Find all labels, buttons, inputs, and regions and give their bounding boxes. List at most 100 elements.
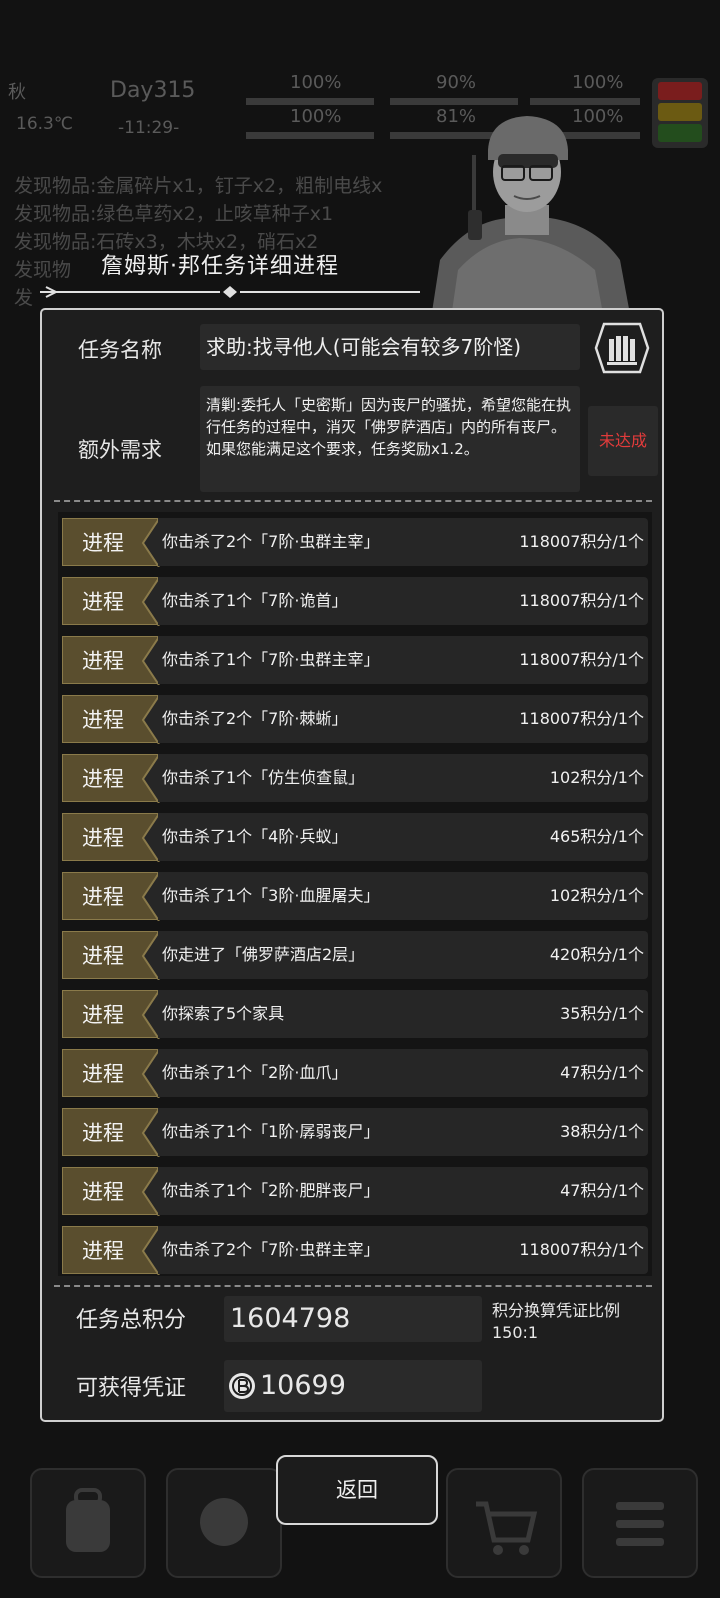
progress-tag: 进程 — [62, 577, 160, 626]
divider — [54, 1285, 652, 1287]
total-score-label: 任务总积分 — [76, 1308, 187, 1333]
backpack-icon — [66, 1488, 110, 1552]
ratio-label: 积分换算凭证比例 — [492, 1301, 621, 1320]
ratio-value: 150:1 — [492, 1323, 539, 1342]
progress-description: 你击杀了1个「1阶·孱弱丧尸」 — [162, 1122, 380, 1141]
backpack-button[interactable] — [30, 1468, 146, 1578]
progress-row: 进程 你击杀了1个「7阶·虫群主宰」 118007积分/1个 — [62, 636, 648, 685]
progress-tag: 进程 — [62, 931, 160, 980]
task-detail-panel: 任务名称 求助:找寻他人(可能会有较多7阶怪) 额外需求 清剿:委托人「史密斯」… — [40, 308, 664, 1422]
clock-label: -11:29- — [118, 118, 180, 138]
progress-row-body: 你击杀了1个「4阶·兵蚁」 465积分/1个 — [158, 813, 648, 861]
progress-row: 进程 你击杀了2个「7阶·虫群主宰」 118007积分/1个 — [62, 518, 648, 567]
progress-score: 118007积分/1个 — [519, 532, 644, 551]
progress-tag-label: 进程 — [82, 1239, 124, 1263]
cart-icon — [476, 1501, 538, 1555]
progress-tag-label: 进程 — [82, 590, 124, 614]
progress-description: 你走进了「佛罗萨酒店2层」 — [162, 945, 365, 964]
progress-row: 进程 你击杀了1个「4阶·兵蚁」 465积分/1个 — [62, 813, 648, 862]
progress-description: 你探索了5个家具 — [162, 1004, 285, 1023]
requirement-status-badge: 未达成 — [588, 406, 658, 476]
progress-tag-label: 进程 — [82, 531, 124, 555]
progress-tag-label: 进程 — [82, 1180, 124, 1204]
dialog-title: 詹姆斯·邦任务详细进程 — [101, 254, 339, 279]
divider — [54, 500, 652, 502]
progress-tag: 进程 — [62, 1226, 160, 1275]
progress-row-body: 你击杀了2个「7阶·棘蜥」 118007积分/1个 — [158, 695, 648, 743]
progress-description: 你击杀了1个「2阶·肥胖丧尸」 — [162, 1181, 380, 1200]
progress-score: 118007积分/1个 — [519, 1240, 644, 1259]
progress-description: 你击杀了2个「7阶·棘蜥」 — [162, 709, 348, 728]
progress-tag-label: 进程 — [82, 708, 124, 732]
progress-row-body: 你击杀了2个「7阶·虫群主宰」 118007积分/1个 — [158, 518, 648, 566]
npc-portrait — [430, 116, 632, 325]
hunger-bar — [390, 98, 518, 105]
task-name-label: 任务名称 — [78, 338, 162, 362]
progress-tag-label: 进程 — [82, 826, 124, 850]
progress-list[interactable]: 进程 你击杀了2个「7阶·虫群主宰」 118007积分/1个 进程 你击杀了1个「7阶·… — [58, 512, 652, 1276]
progress-tag: 进程 — [62, 636, 160, 685]
medicine-bar — [530, 98, 640, 105]
progress-score: 420积分/1个 — [549, 945, 644, 964]
progress-score: 47积分/1个 — [560, 1063, 644, 1082]
progress-tag-label: 进程 — [82, 1062, 124, 1086]
voucher-label: 可获得凭证 — [76, 1376, 187, 1401]
progress-row-body: 你击杀了1个「仿生侦查鼠」 102积分/1个 — [158, 754, 648, 802]
progress-description: 你击杀了1个「7阶·诡首」 — [162, 591, 348, 610]
log-line: 发现物品:金属碎片x1，钉子x2，粗制电线x — [14, 175, 383, 197]
extra-requirement-label: 额外需求 — [78, 438, 162, 462]
progress-score: 118007积分/1个 — [519, 591, 644, 610]
signal-lights — [652, 78, 708, 148]
brain-icon — [200, 1498, 248, 1546]
progress-score: 38积分/1个 — [560, 1122, 644, 1141]
progress-description: 你击杀了1个「7阶·虫群主宰」 — [162, 650, 380, 669]
progress-description: 你击杀了1个「4阶·兵蚁」 — [162, 827, 348, 846]
progress-row-body: 你击杀了1个「3阶·血腥屠夫」 102积分/1个 — [158, 872, 648, 920]
day-counter: Day315 — [110, 78, 196, 103]
sanity-bar — [246, 132, 374, 139]
progress-score: 465积分/1个 — [549, 827, 644, 846]
progress-row: 进程 你击杀了2个「7阶·虫群主宰」 118007积分/1个 — [62, 1226, 648, 1275]
progress-row-body: 你击杀了1个「7阶·虫群主宰」 118007积分/1个 — [158, 636, 648, 684]
progress-score: 118007积分/1个 — [519, 709, 644, 728]
progress-row: 进程 你击杀了1个「3阶·血腥屠夫」 102积分/1个 — [62, 872, 648, 921]
progress-row-body: 你击杀了1个「2阶·肥胖丧尸」 47积分/1个 — [158, 1167, 648, 1215]
health-stat: 100% — [290, 72, 342, 93]
extra-requirement-text: 清剿:委托人「史密斯」因为丧尸的骚扰，希望您能在执行任务的过程中，消灭「佛罗萨酒… — [200, 386, 580, 492]
coin-icon — [229, 1373, 255, 1399]
menu-icon — [616, 1502, 664, 1546]
progress-tag: 进程 — [62, 695, 160, 744]
skills-button[interactable] — [166, 1468, 282, 1578]
back-button[interactable]: 返回 — [276, 1455, 438, 1525]
progress-tag-label: 进程 — [82, 1003, 124, 1027]
health-bar — [246, 98, 374, 105]
progress-score: 102积分/1个 — [549, 768, 644, 787]
title-ornament — [40, 286, 420, 298]
voucher-value: 10699 — [260, 1370, 346, 1401]
shop-button[interactable] — [446, 1468, 562, 1578]
progress-tag-label: 进程 — [82, 1121, 124, 1145]
progress-description: 你击杀了1个「仿生侦查鼠」 — [162, 768, 365, 787]
progress-score: 47积分/1个 — [560, 1181, 644, 1200]
hunger-stat: 90% — [436, 72, 477, 93]
progress-row-body: 你击杀了1个「1阶·孱弱丧尸」 38积分/1个 — [158, 1108, 648, 1156]
progress-tag: 进程 — [62, 1049, 160, 1098]
progress-tag: 进程 — [62, 1108, 160, 1157]
total-score-value: 1604798 — [224, 1296, 482, 1342]
temperature-label: 16.3℃ — [16, 114, 73, 134]
progress-row: 进程 你击杀了1个「1阶·孱弱丧尸」 38积分/1个 — [62, 1108, 648, 1157]
progress-tag-label: 进程 — [82, 885, 124, 909]
voucher-field: 10699 — [224, 1360, 482, 1412]
progress-row-body: 你击杀了1个「2阶·血爪」 47积分/1个 — [158, 1049, 648, 1097]
progress-tag: 进程 — [62, 872, 160, 921]
sanity-stat: 100% — [290, 106, 342, 127]
progress-description: 你击杀了2个「7阶·虫群主宰」 — [162, 1240, 380, 1259]
progress-row: 进程 你走进了「佛罗萨酒店2层」 420积分/1个 — [62, 931, 648, 980]
progress-tag-label: 进程 — [82, 649, 124, 673]
progress-tag-label: 进程 — [82, 944, 124, 968]
progress-description: 你击杀了1个「3阶·血腥屠夫」 — [162, 886, 380, 905]
progress-row: 进程 你击杀了1个「2阶·血爪」 47积分/1个 — [62, 1049, 648, 1098]
menu-button[interactable] — [582, 1468, 698, 1578]
progress-score: 118007积分/1个 — [519, 650, 644, 669]
progress-description: 你击杀了1个「2阶·血爪」 — [162, 1063, 348, 1082]
